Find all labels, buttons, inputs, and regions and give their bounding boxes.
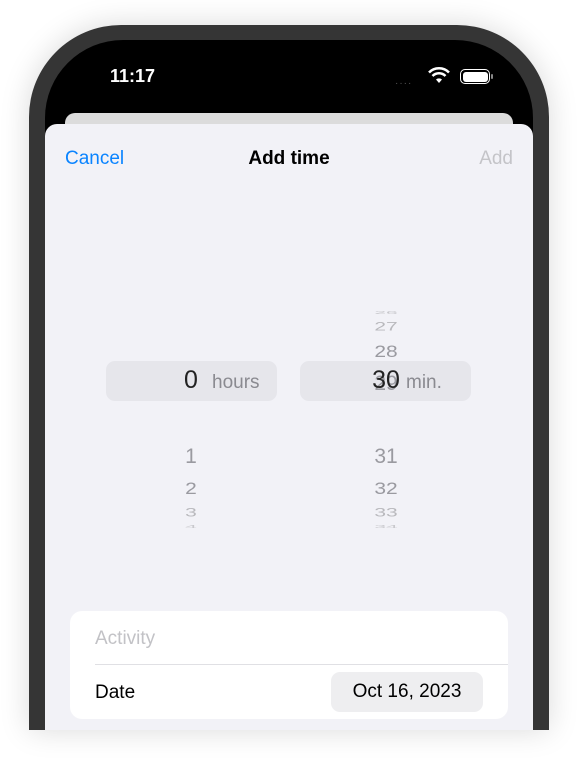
activity-form: Activity Date Oct 16, 2023 (70, 611, 508, 719)
add-button[interactable]: Add (479, 148, 513, 170)
minutes-option[interactable]: 27 (356, 320, 416, 333)
minutes-option[interactable]: 34 (356, 525, 416, 530)
add-time-sheet: Cancel Add time Add 0 hours 1 2 3 4 26 2… (45, 124, 533, 730)
date-picker-button[interactable]: Oct 16, 2023 (331, 672, 483, 712)
signal-icon: ···· (395, 78, 413, 89)
hours-option[interactable]: 4 (161, 525, 221, 530)
minutes-option[interactable]: 32 (356, 479, 416, 498)
screen: 11:17 ···· Cancel Add time Add 0 hours 1… (45, 40, 533, 730)
activity-input[interactable]: Activity (95, 628, 155, 650)
minutes-option[interactable]: 26 (356, 311, 416, 316)
hours-option[interactable]: 2 (161, 479, 221, 498)
status-time: 11:17 (110, 66, 156, 86)
minutes-option[interactable]: 31 (356, 445, 416, 469)
minutes-option[interactable]: 28 (356, 342, 416, 361)
divider (95, 664, 508, 665)
date-label: Date (95, 682, 136, 703)
minutes-option[interactable]: 33 (356, 506, 416, 519)
battery-icon (460, 69, 493, 84)
page-title: Add time (248, 148, 330, 169)
hours-option[interactable]: 3 (161, 506, 221, 519)
hours-unit: hours (212, 372, 260, 393)
minutes-unit: min. (406, 372, 442, 393)
hours-option[interactable]: 1 (161, 445, 221, 469)
wifi-icon (428, 67, 450, 83)
